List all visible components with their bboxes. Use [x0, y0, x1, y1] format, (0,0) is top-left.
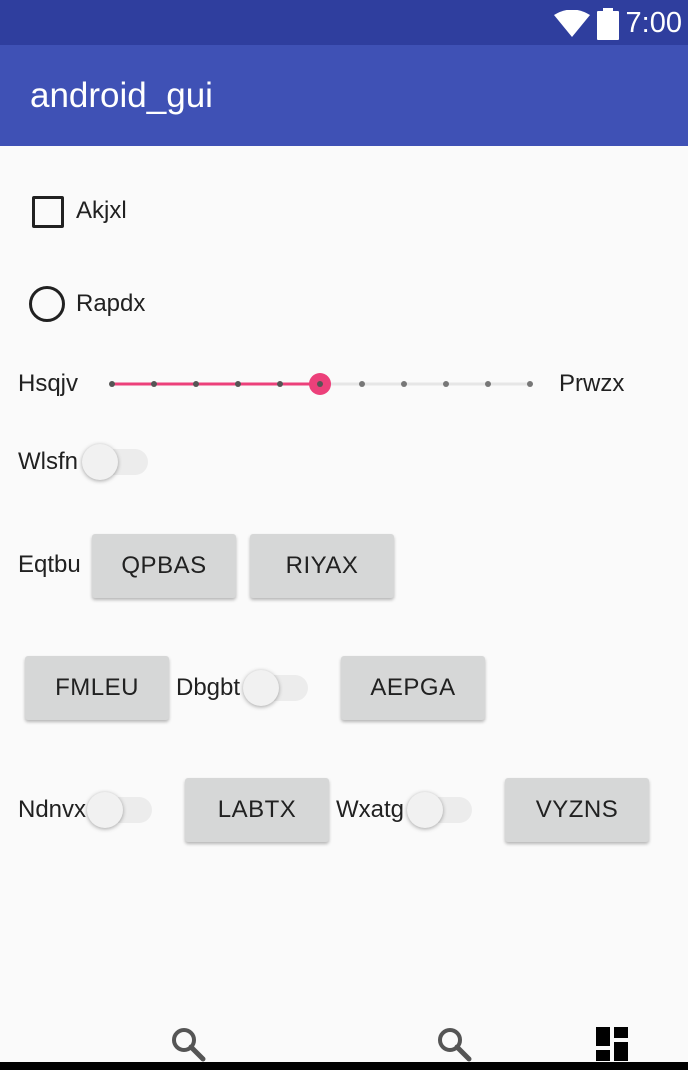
dbgbt-label: Dbgbt	[176, 674, 241, 701]
slider-tick	[527, 381, 533, 387]
slider-tick	[193, 381, 199, 387]
radio-rapdx[interactable]	[29, 286, 65, 322]
slider-end-label: Prwzx	[559, 370, 625, 397]
wifi-icon	[554, 10, 590, 37]
switch-dbgbt-thumb[interactable]	[243, 670, 279, 706]
battery-icon	[597, 8, 619, 40]
ndnvx-label: Ndnvx	[18, 796, 87, 823]
discrete-slider[interactable]	[100, 370, 540, 400]
checkbox-akjxl[interactable]	[32, 196, 64, 228]
fmleu-button[interactable]: FMLEU	[25, 656, 169, 720]
vyzns-button[interactable]: VYZNS	[505, 778, 649, 842]
slider-tick	[109, 381, 115, 387]
slider-tick	[359, 381, 365, 387]
eqtbu-label: Eqtbu	[18, 551, 81, 578]
switch-wxatg-thumb[interactable]	[407, 792, 443, 828]
app-title: android_gui	[30, 76, 213, 115]
search-icon[interactable]	[436, 1026, 472, 1062]
switch-ndnvx-thumb[interactable]	[87, 792, 123, 828]
slider-tick	[401, 381, 407, 387]
dashboard-icon[interactable]	[596, 1027, 628, 1061]
slider-tick	[485, 381, 491, 387]
slider-start-label: Hsqjv	[18, 370, 79, 397]
switch-wlsfn-thumb[interactable]	[82, 444, 118, 480]
search-icon[interactable]	[170, 1026, 206, 1062]
wxatg-label: Wxatg	[336, 796, 405, 823]
slider-tick	[443, 381, 449, 387]
slider-tick	[235, 381, 241, 387]
status-time: 7:00	[625, 7, 682, 39]
labtx-button[interactable]: LABTX	[185, 778, 329, 842]
system-nav-bar	[0, 1062, 688, 1070]
radio-label: Rapdx	[76, 290, 146, 317]
switch-wlsfn-label: Wlsfn	[18, 448, 78, 475]
slider-thumb-dot	[317, 381, 323, 387]
slider-tick	[277, 381, 283, 387]
slider-tick	[151, 381, 157, 387]
checkbox-label: Akjxl	[76, 197, 127, 224]
riyax-button[interactable]: RIYAX	[250, 534, 394, 598]
qpbas-button[interactable]: QPBAS	[92, 534, 236, 598]
aepga-button[interactable]: AEPGA	[341, 656, 485, 720]
